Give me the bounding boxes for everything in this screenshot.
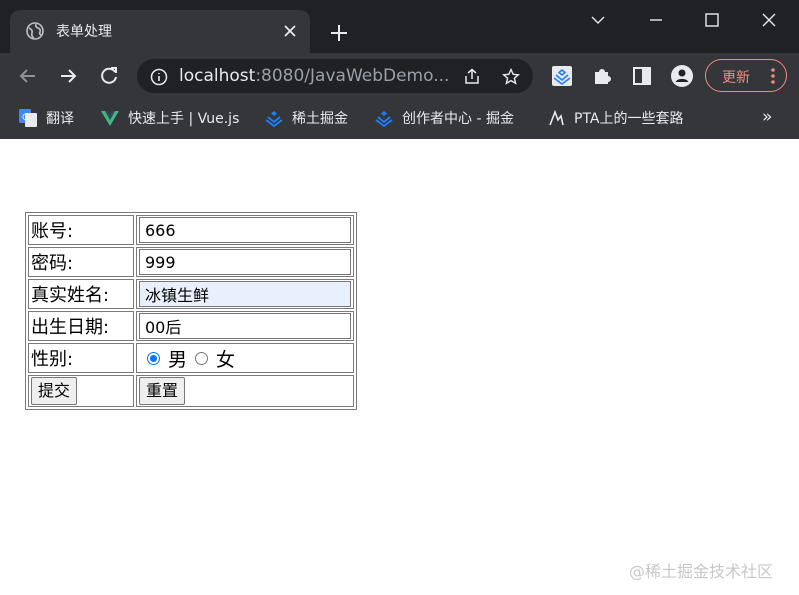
- info-icon[interactable]: [149, 67, 169, 87]
- password-input[interactable]: [139, 249, 351, 275]
- chevron-down-icon[interactable]: [583, 8, 613, 34]
- table-row: 密码:: [28, 247, 354, 277]
- watermark: @稀土掘金技术社区: [629, 562, 774, 581]
- birthday-input[interactable]: [139, 313, 351, 339]
- juejin-icon: [265, 111, 283, 128]
- page-content: 账号: 密码: 真实姓名: 出生日期: 性别: 男 女: [0, 139, 799, 595]
- browser-chrome: 表单处理 localhost:8080/JavaWebDemo... 更新 G …: [0, 0, 799, 139]
- bookmark-label: 稀土掘金: [292, 111, 348, 127]
- url-text[interactable]: localhost:8080/JavaWebDemo...: [179, 66, 449, 86]
- form-table: 账号: 密码: 真实姓名: 出生日期: 性别: 男 女: [25, 212, 357, 410]
- extension-juejin-icon[interactable]: [549, 63, 575, 89]
- side-panel-icon[interactable]: [629, 63, 655, 89]
- star-icon[interactable]: [501, 67, 521, 87]
- vue-icon: [101, 111, 119, 126]
- url-host: localhost: [179, 66, 256, 86]
- bookmark-label: 翻译: [46, 111, 74, 127]
- window-close-icon[interactable]: [754, 8, 784, 34]
- gender-female-label: 女: [216, 348, 236, 371]
- submit-button[interactable]: 提交: [31, 377, 78, 405]
- translate-icon: G: [19, 109, 37, 127]
- birthday-label: 出生日期:: [28, 311, 134, 341]
- maximize-icon[interactable]: [697, 8, 727, 34]
- account-input[interactable]: [139, 217, 351, 243]
- bookmark-label: 创作者中心 - 掘金: [402, 111, 514, 127]
- bookmark-juejin[interactable]: 稀土掘金: [264, 107, 348, 129]
- forward-icon[interactable]: [55, 63, 81, 89]
- table-row: 提交 重置: [28, 375, 354, 407]
- bookmark-pta[interactable]: PTA上的一些套路: [546, 107, 683, 129]
- update-label: 更新: [722, 70, 750, 86]
- bookmark-translate[interactable]: G 翻译: [18, 107, 74, 129]
- table-row: 出生日期:: [28, 311, 354, 341]
- extensions-puzzle-icon[interactable]: [589, 63, 615, 89]
- bookmark-vue[interactable]: 快速上手 | Vue.js: [100, 107, 239, 129]
- address-bar[interactable]: localhost:8080/JavaWebDemo...: [137, 59, 533, 93]
- gender-male-label: 男: [168, 348, 188, 371]
- gender-male-radio[interactable]: [147, 351, 160, 365]
- back-icon[interactable]: [15, 63, 41, 89]
- gender-female-radio[interactable]: [195, 351, 209, 365]
- tab-active[interactable]: 表单处理: [10, 10, 310, 53]
- bookmarks-overflow-icon[interactable]: »: [762, 107, 772, 127]
- account-label: 账号:: [28, 215, 134, 245]
- table-row: 性别: 男 女: [28, 343, 354, 373]
- bookmarks-bar: G 翻译 快速上手 | Vue.js 稀土掘金 创作者中心 - 掘金 PTA上的…: [0, 99, 799, 139]
- gender-group: 男 女: [139, 345, 351, 371]
- bookmark-label: 快速上手 | Vue.js: [128, 111, 240, 127]
- password-label: 密码:: [28, 247, 134, 277]
- realname-input[interactable]: [139, 281, 351, 307]
- tab-strip: 表单处理: [0, 0, 799, 53]
- pta-icon: [549, 109, 564, 126]
- more-vert-icon: [771, 68, 775, 84]
- realname-label: 真实姓名:: [28, 279, 134, 309]
- gender-label: 性别:: [28, 343, 134, 373]
- table-row: 真实姓名:: [28, 279, 354, 309]
- reload-icon[interactable]: [96, 63, 122, 89]
- minimize-icon[interactable]: [641, 8, 671, 34]
- bookmark-label: PTA上的一些套路: [574, 111, 684, 127]
- new-tab-icon[interactable]: [326, 20, 352, 46]
- share-icon[interactable]: [462, 67, 482, 87]
- update-button[interactable]: 更新: [705, 59, 787, 92]
- url-path: :8080/JavaWebDemo...: [255, 66, 450, 86]
- table-row: 账号:: [28, 215, 354, 245]
- bookmark-juejin-creator[interactable]: 创作者中心 - 掘金: [374, 107, 514, 129]
- close-icon[interactable]: [280, 21, 300, 41]
- juejin-icon: [375, 111, 393, 128]
- globe-icon: [26, 22, 44, 40]
- toolbar: localhost:8080/JavaWebDemo... 更新: [0, 53, 799, 99]
- profile-avatar-icon[interactable]: [669, 63, 695, 89]
- tab-title: 表单处理: [56, 24, 112, 40]
- reset-button[interactable]: 重置: [139, 377, 186, 405]
- svg-text:G: G: [22, 113, 29, 123]
